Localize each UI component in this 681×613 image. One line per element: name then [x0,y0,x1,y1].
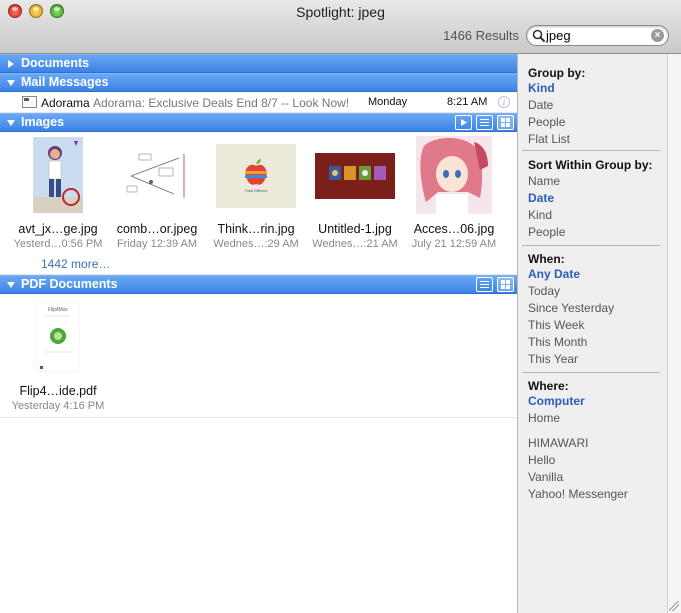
list-view-icon [480,281,489,288]
file-name: Think…rin.jpg [217,222,295,236]
when-this-week[interactable]: This Week [528,318,584,332]
divider [522,372,660,373]
anime-thumbnail [416,136,492,214]
file-name: Acces…06.jpg [413,222,495,236]
svg-text:Flip4Mac: Flip4Mac [48,307,69,313]
when-this-year[interactable]: This Year [528,352,578,366]
info-icon[interactable]: i [498,96,510,108]
mail-subject: Adorama: Exclusive Deals End 8/7 -- Look… [93,96,350,110]
group-header-images[interactable]: Images [0,113,517,132]
file-name: Flip4…ide.pdf [19,384,97,398]
when-since-yesterday[interactable]: Since Yesterday [528,301,614,315]
where-volume-hello[interactable]: Hello [528,453,555,467]
divider [522,150,660,151]
group-by-kind[interactable]: Kind [528,81,555,95]
list-view-button[interactable] [476,277,493,292]
sort-heading: Sort Within Group by: [528,158,653,172]
results-pane: Documents Mail Messages Adorama Adorama:… [0,54,517,613]
sort-by-people[interactable]: People [528,225,565,239]
banner-thumbnail [315,153,395,199]
search-icon [532,29,546,43]
file-date: Yesterday 4:16 PM [11,400,105,412]
envelope-icon [22,96,37,108]
mail-sender: Adorama [41,96,90,110]
sort-by-kind[interactable]: Kind [528,208,552,222]
grid-view-icon [501,280,510,289]
mail-result-row[interactable]: Adorama Adorama: Exclusive Deals End 8/7… [0,92,517,113]
pdf-results: Flip4Mac Flip4…ide.pdf Yesterday 4:16 PM [0,294,517,418]
when-heading: When: [528,252,565,266]
group-title: Documents [21,56,90,70]
sort-by-date[interactable]: Date [528,191,554,205]
slideshow-button[interactable] [455,115,472,130]
icon-view-button[interactable] [497,277,514,292]
file-date: Wednes…:29 AM [213,238,299,250]
group-by-flat-list[interactable]: Flat List [528,132,570,146]
icon-view-button[interactable] [497,115,514,130]
divider [522,245,660,246]
resize-grip-icon[interactable] [669,601,679,611]
list-view-icon [480,119,489,126]
svg-text:Think Different: Think Different [245,189,268,193]
where-volume-yahoo-messenger[interactable]: Yahoo! Messenger [528,487,628,501]
window-title: Spotlight: jpeg [296,4,385,20]
list-view-button[interactable] [476,115,493,130]
file-date: Wednes…:21 AM [312,238,398,250]
title-bar: Spotlight: jpeg 1466 Results jpeg × [0,0,681,54]
more-results-link[interactable]: 1442 more… [41,257,110,271]
file-name: comb…or.jpeg [116,222,198,236]
group-title: PDF Documents [21,277,118,291]
disclosure-collapsed-icon[interactable] [8,60,14,68]
diagram-thumbnail [119,146,195,204]
when-today[interactable]: Today [528,284,560,298]
apple-wallpaper-thumbnail: Think Different [216,144,296,208]
filter-sidebar: Group by: Kind Date People Flat List Sor… [517,54,667,613]
more-results-row[interactable]: 1442 more… [0,253,517,275]
mail-time: 8:21 AM [447,96,488,108]
disclosure-expanded-icon[interactable] [7,80,15,86]
where-home[interactable]: Home [528,411,560,425]
group-header-documents[interactable]: Documents [0,54,517,73]
where-volume-vanilla[interactable]: Vanilla [528,470,563,484]
file-date: July 21 12:59 AM [411,238,497,250]
group-by-date[interactable]: Date [528,98,553,112]
file-name: Untitled-1.jpg [318,222,392,236]
search-input[interactable]: jpeg [546,28,571,43]
clear-search-icon[interactable]: × [651,29,664,42]
where-volume-himawari[interactable]: HIMAWARI [528,436,588,450]
sort-by-name[interactable]: Name [528,174,560,188]
disclosure-expanded-icon[interactable] [7,282,15,288]
file-date: Friday 12:39 AM [116,238,198,250]
results-count: 1466 Results [443,28,519,43]
image-results: avt_jx…ge.jpg Yesterd…0:56 PM comb…or.jp… [0,132,517,253]
pdf-thumbnail: Flip4Mac [36,302,80,372]
search-field[interactable]: jpeg × [526,25,669,46]
grid-view-icon [501,118,510,127]
when-any-date[interactable]: Any Date [528,267,580,281]
group-header-pdf[interactable]: PDF Documents [0,275,517,294]
where-computer[interactable]: Computer [528,394,585,408]
group-by-people[interactable]: People [528,115,565,129]
group-title: Mail Messages [21,75,109,89]
group-by-heading: Group by: [528,66,586,80]
mail-day: Monday [368,96,408,108]
file-date: Yesterd…0:56 PM [13,238,103,250]
vertical-scrollbar[interactable] [667,54,681,613]
avatar-thumbnail [33,137,83,213]
file-name: avt_jx…ge.jpg [18,222,98,236]
group-title: Images [21,115,65,129]
group-header-mail[interactable]: Mail Messages [0,73,517,92]
play-icon [461,119,467,126]
disclosure-expanded-icon[interactable] [7,120,15,126]
when-this-month[interactable]: This Month [528,335,587,349]
where-heading: Where: [528,379,569,393]
